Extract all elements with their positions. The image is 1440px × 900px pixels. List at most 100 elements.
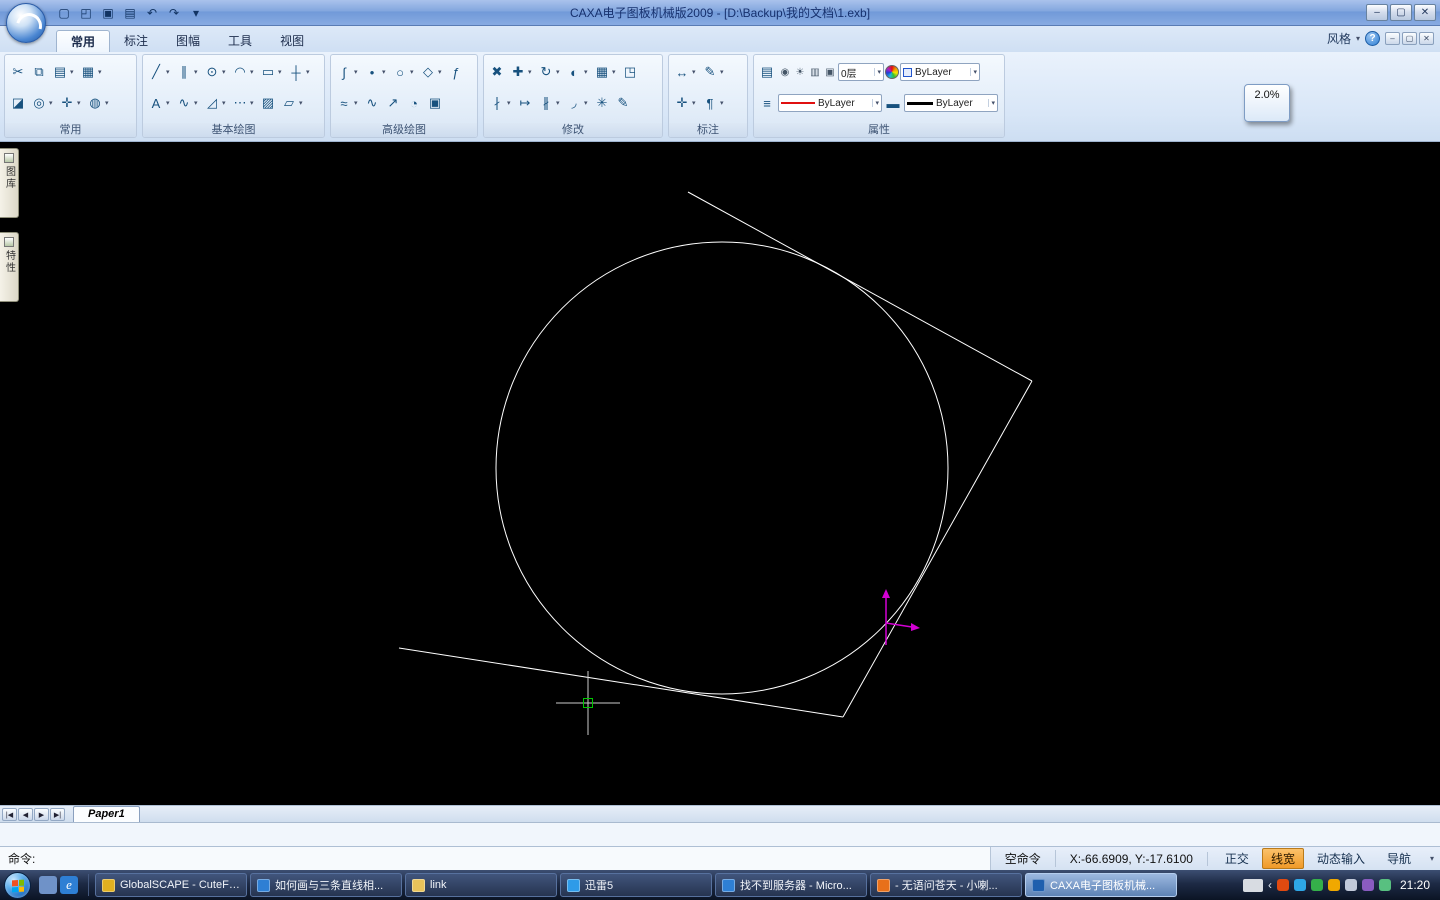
array-icon[interactable]: ▦ ▾	[592, 59, 619, 85]
dropdown-caret-icon[interactable]: ▾	[970, 68, 977, 76]
task-ie-question[interactable]: 如何画与三条直线相...	[250, 873, 402, 897]
point-icon[interactable]: • ▾	[362, 59, 389, 85]
layer-freeze-icon[interactable]: ☀	[793, 65, 807, 80]
chamfer-icon[interactable]: ◿ ▾	[202, 90, 229, 116]
internet-explorer-icon[interactable]: e	[60, 876, 78, 894]
ellipse-icon[interactable]: ○ ▾	[390, 59, 417, 85]
scale-icon[interactable]: ◳	[620, 59, 640, 85]
help-icon[interactable]: ?	[1365, 31, 1380, 46]
color-combo[interactable]: ByLayer ▾	[900, 63, 980, 81]
start-button[interactable]	[4, 871, 31, 899]
style-menu[interactable]: 风格	[1327, 30, 1351, 47]
ribbon-close-button[interactable]: ✕	[1419, 32, 1434, 45]
formula-curve-icon[interactable]: ƒ	[446, 59, 466, 85]
tab-dimension[interactable]: 标注	[110, 30, 162, 52]
side-tab-library[interactable]: 图库	[0, 148, 19, 218]
drawing-canvas[interactable]: 图库 特性	[0, 142, 1440, 805]
dropdown-caret-icon[interactable]: ▾	[988, 99, 995, 107]
tab-view[interactable]: 视图	[266, 30, 318, 52]
task-ie-error[interactable]: 找不到服务器 - Micro...	[715, 873, 867, 897]
paste-icon[interactable]: ▤ ▾	[50, 59, 77, 85]
task-caxa[interactable]: CAXA电子图板机械...	[1025, 873, 1177, 897]
toggle-dynamic-input[interactable]: 动态输入	[1308, 848, 1374, 869]
new-file-icon[interactable]: ▢	[54, 3, 74, 22]
layer-settings-icon[interactable]: ▤	[757, 59, 777, 85]
status-more-icon[interactable]: ▾	[1428, 854, 1440, 863]
wave-line-icon[interactable]: ≈ ▾	[334, 90, 361, 116]
trim-icon[interactable]: ∤ ▾	[487, 90, 514, 116]
task-maxthon[interactable]: - 无语问苍天 - 小喇...	[870, 873, 1022, 897]
toggle-ortho[interactable]: 正交	[1216, 848, 1258, 869]
circle-icon[interactable]: ⊙ ▾	[202, 59, 229, 85]
text-icon[interactable]: A ▾	[146, 90, 173, 116]
layer-visible-icon[interactable]: ◉	[778, 65, 792, 80]
task-thunder[interactable]: 迅雷5	[560, 873, 712, 897]
tray-collapse-icon[interactable]: ‹	[1268, 878, 1272, 892]
polyline-icon[interactable]: ∫ ▾	[334, 59, 361, 85]
parallel-line-icon[interactable]: ∥ ▾	[174, 59, 201, 85]
linetype-icon[interactable]: ≡	[757, 90, 777, 116]
extend-icon[interactable]: ↦	[515, 90, 535, 116]
ole-object-icon[interactable]: ▣	[425, 90, 445, 116]
zoom-tool-icon[interactable]: ◎ ▾	[29, 90, 56, 116]
prev-sheet-icon[interactable]: ◀	[18, 808, 33, 821]
erase-icon[interactable]: ✖	[487, 59, 507, 85]
open-file-icon[interactable]: ◰	[76, 3, 96, 22]
ribbon-minimize-button[interactable]: –	[1385, 32, 1400, 45]
cut-icon[interactable]: ✂	[8, 59, 28, 85]
lineweight-icon[interactable]: ▬	[883, 90, 903, 116]
tab-sheet[interactable]: 图幅	[162, 30, 214, 52]
break-icon[interactable]: ∦ ▾	[536, 90, 563, 116]
color-wheel-icon[interactable]	[885, 65, 899, 79]
app-button[interactable]	[6, 3, 46, 43]
first-sheet-icon[interactable]: |◀	[2, 808, 17, 821]
fillet-icon[interactable]: ◞ ▾	[564, 90, 591, 116]
toolbar-options-icon[interactable]: ▾	[186, 3, 206, 22]
task-cuteftp[interactable]: GlobalSCAPE - CuteFT...	[95, 873, 247, 897]
minimize-button[interactable]: –	[1366, 4, 1388, 21]
tab-common[interactable]: 常用	[56, 30, 111, 52]
redo-icon[interactable]: ↷	[164, 3, 184, 22]
layer-print-icon[interactable]: ▥	[808, 65, 822, 80]
battery-icon[interactable]	[1378, 879, 1391, 891]
lineweight-combo[interactable]: ByLayer ▾	[904, 94, 998, 112]
hatch-icon[interactable]: ▨	[258, 90, 278, 116]
arc-icon[interactable]: ◠ ▾	[230, 59, 257, 85]
format-painter-icon[interactable]: ◪	[8, 90, 28, 116]
security-icon[interactable]	[1310, 879, 1323, 891]
ribbon-restore-button[interactable]: ▢	[1402, 32, 1417, 45]
line-icon[interactable]: ╱ ▾	[146, 59, 173, 85]
download-manager-icon[interactable]	[1327, 879, 1340, 891]
dimension-style-icon[interactable]: ✎ ▾	[700, 59, 727, 85]
volume-icon[interactable]	[1344, 879, 1357, 891]
rectangle-icon[interactable]: ▭ ▾	[258, 59, 285, 85]
pick-filter-icon[interactable]: ✛ ▾	[57, 90, 84, 116]
last-sheet-icon[interactable]: ▶|	[50, 808, 65, 821]
move-icon[interactable]: ✚ ▾	[508, 59, 535, 85]
qq-icon[interactable]	[1293, 879, 1306, 891]
spline-icon[interactable]: ∿ ▾	[174, 90, 201, 116]
show-desktop-icon[interactable]	[39, 876, 57, 894]
match-properties-icon[interactable]: ✎	[613, 90, 633, 116]
undo-icon[interactable]: ↶	[142, 3, 162, 22]
layer-combo[interactable]: 0层 ▾	[838, 63, 884, 81]
command-input[interactable]: 命令:	[0, 847, 991, 870]
next-sheet-icon[interactable]: ▶	[34, 808, 49, 821]
tab-tools[interactable]: 工具	[214, 30, 266, 52]
divide-icon[interactable]: ⋯ ▾	[230, 90, 257, 116]
rotate-icon[interactable]: ↻ ▾	[536, 59, 563, 85]
centerline-icon[interactable]: ┼ ▾	[286, 59, 313, 85]
block-icon[interactable]: ▱ ▾	[279, 90, 306, 116]
copy-icon[interactable]: ⧉	[29, 59, 49, 85]
local-detail-icon[interactable]: ◔	[404, 90, 424, 116]
polygon-icon[interactable]: ◇ ▾	[418, 59, 445, 85]
task-link-folder[interactable]: link	[405, 873, 557, 897]
side-tab-properties[interactable]: 特性	[0, 232, 19, 302]
coordinate-dimension-icon[interactable]: ✛ ▾	[672, 90, 699, 116]
close-button[interactable]: ✕	[1414, 4, 1436, 21]
dropdown-caret-icon[interactable]: ▾	[874, 68, 881, 76]
linetype-combo[interactable]: ByLayer ▾	[778, 94, 882, 112]
zigzag-line-icon[interactable]: ∿	[362, 90, 382, 116]
dropdown-caret-icon[interactable]: ▾	[872, 99, 879, 107]
color-settings-icon[interactable]: ◍ ▾	[85, 90, 112, 116]
